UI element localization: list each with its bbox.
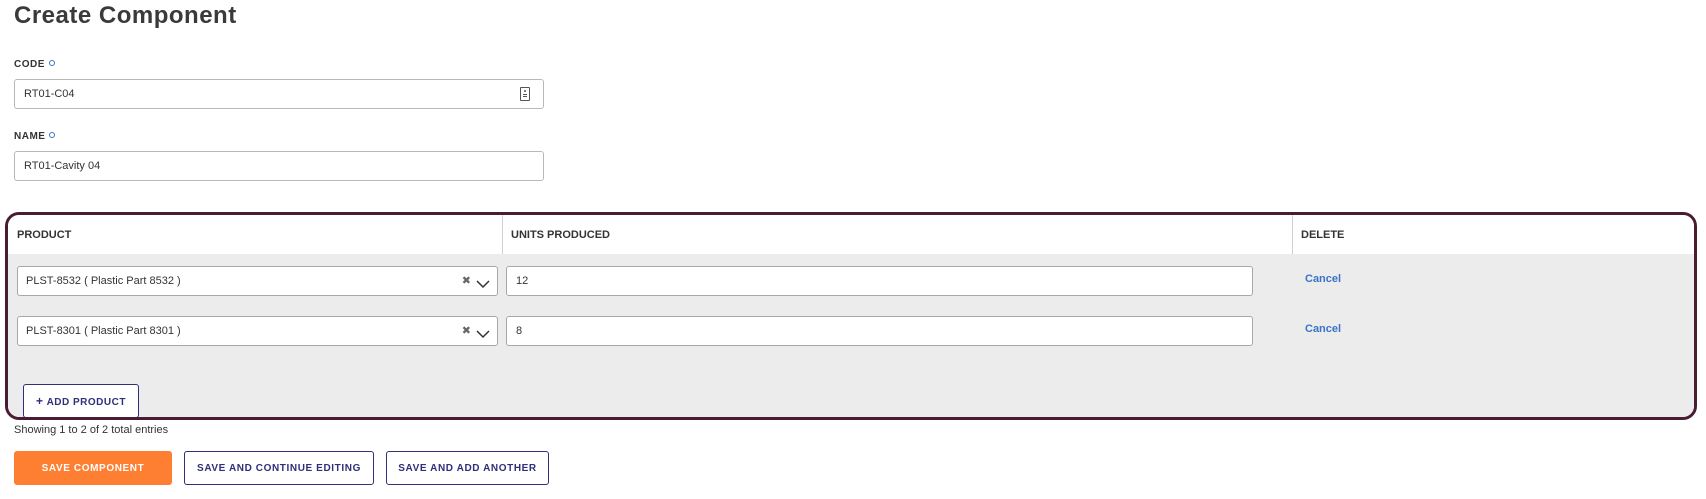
clear-icon[interactable]: ✖ — [462, 267, 471, 296]
save-component-button[interactable]: SAVE COMPONENT — [14, 451, 172, 485]
name-field[interactable] — [14, 151, 544, 181]
units-produced-input[interactable] — [506, 316, 1253, 346]
product-select-value: PLST-8301 ( Plastic Part 8301 ) — [26, 325, 181, 337]
plus-icon: + — [36, 394, 44, 408]
cancel-link[interactable]: Cancel — [1305, 323, 1341, 335]
units-produced-input[interactable] — [506, 266, 1253, 296]
add-product-button[interactable]: + ADD PRODUCT — [23, 384, 139, 417]
column-header-units-produced: UNITS PRODUCED — [511, 229, 611, 241]
code-field[interactable] — [14, 79, 544, 109]
chevron-down-icon[interactable] — [476, 326, 490, 344]
grid-body: PLST-8532 ( Plastic Part 8532 ) ✖ Cancel… — [8, 254, 1694, 417]
cancel-link[interactable]: Cancel — [1305, 273, 1341, 285]
column-header-product: PRODUCT — [17, 229, 72, 241]
required-indicator-icon — [49, 132, 56, 138]
product-select[interactable]: PLST-8532 ( Plastic Part 8532 ) ✖ — [17, 266, 498, 296]
entries-count: Showing 1 to 2 of 2 total entries — [14, 424, 169, 436]
name-label: NAME — [14, 131, 56, 142]
page-title: Create Component — [14, 2, 237, 29]
products-grid: PRODUCT UNITS PRODUCED DELETE PLST-8532 … — [5, 212, 1697, 420]
chevron-down-icon[interactable] — [476, 276, 490, 294]
column-header-delete: DELETE — [1301, 229, 1345, 241]
save-and-add-another-button[interactable]: SAVE AND ADD ANOTHER — [386, 451, 549, 485]
product-select-value: PLST-8532 ( Plastic Part 8532 ) — [26, 275, 181, 287]
code-label: CODE — [14, 59, 55, 70]
save-and-continue-button[interactable]: SAVE AND CONTINUE EDITING — [184, 451, 374, 485]
clear-icon[interactable]: ✖ — [462, 317, 471, 346]
product-select[interactable]: PLST-8301 ( Plastic Part 8301 ) ✖ — [17, 316, 498, 346]
contact-card-icon[interactable] — [520, 87, 530, 101]
required-indicator-icon — [48, 60, 55, 66]
grid-header: PRODUCT UNITS PRODUCED DELETE — [8, 215, 1694, 254]
